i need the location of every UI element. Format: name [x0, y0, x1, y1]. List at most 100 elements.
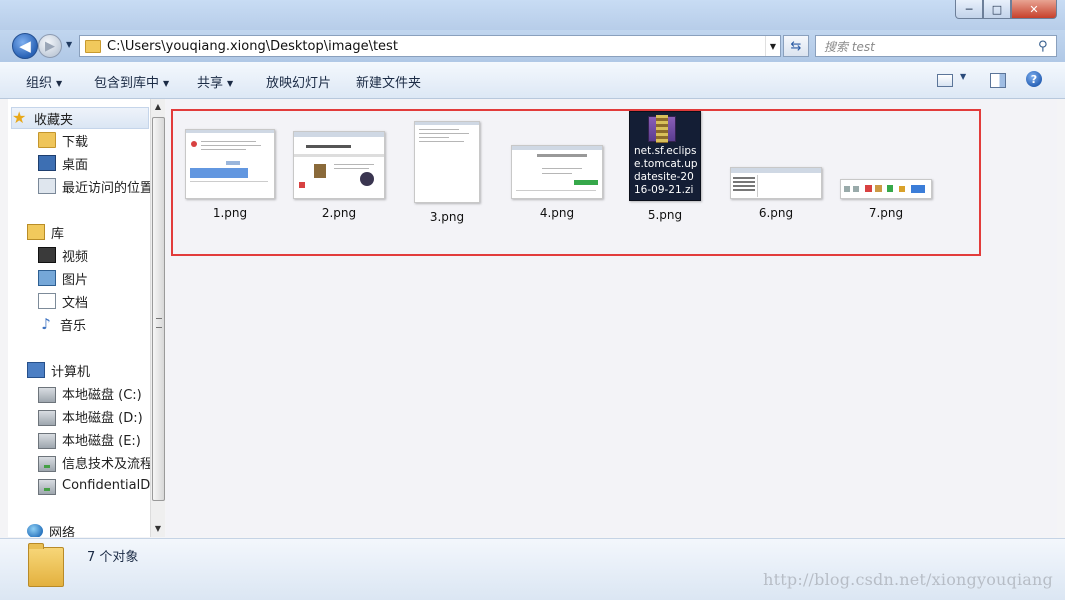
change-view-button[interactable]	[937, 74, 953, 91]
scroll-up-button[interactable]: ▲	[151, 99, 165, 115]
selection-highlight-box: 1.png 2.png 3.png 4.png net.sf.eclipse.t…	[171, 109, 981, 256]
sidebar-item-label: 本地磁盘 (C:)	[62, 387, 142, 403]
scrollbar-thumb[interactable]	[152, 117, 165, 501]
downloads-folder-icon	[38, 132, 56, 148]
sidebar-item-network-drive-1[interactable]: 信息技术及流程管	[38, 452, 150, 472]
sidebar-item-desktop[interactable]: 桌面	[38, 153, 88, 173]
file-item[interactable]: net.sf.eclipse.tomcat.updatesite-2016-09…	[617, 111, 713, 222]
command-toolbar: 组织 ▼ 包含到库中 ▼ 共享 ▼ 放映幻灯片 新建文件夹 ▼ ?	[0, 62, 1065, 99]
hard-drive-icon	[38, 386, 56, 403]
sidebar-item-libraries[interactable]: 库	[27, 222, 64, 242]
file-name: 7.png	[868, 206, 904, 220]
sidebar-item-drive-c[interactable]: 本地磁盘 (C:)	[38, 383, 142, 403]
details-pane: 7 个对象 http://blog.csdn.net/xiongyouqiang	[0, 538, 1065, 600]
network-drive-icon	[38, 478, 56, 495]
library-icon	[27, 224, 45, 240]
sidebar-item-videos[interactable]: 视频	[38, 245, 88, 265]
back-button[interactable]: ◀	[12, 33, 38, 59]
file-thumbnail	[414, 121, 480, 203]
file-item[interactable]: 2.png	[291, 121, 387, 220]
search-icon[interactable]: ⚲	[1038, 39, 1056, 54]
music-note-icon: ♪	[41, 315, 51, 333]
recent-pages-dropdown[interactable]: ▼	[66, 40, 72, 49]
file-thumbnail	[293, 131, 385, 199]
star-icon: ★	[12, 108, 27, 127]
document-icon	[38, 293, 56, 309]
folder-icon	[85, 39, 101, 53]
sidebar-item-label: 视频	[62, 249, 89, 265]
new-folder-button[interactable]: 新建文件夹	[356, 72, 421, 91]
scroll-down-button[interactable]: ▼	[151, 521, 165, 537]
video-icon	[38, 247, 56, 263]
preview-pane-icon	[990, 73, 1006, 88]
recent-places-icon	[38, 178, 56, 194]
desktop-icon	[38, 155, 56, 171]
file-name: 3.png	[429, 210, 465, 224]
file-name: 4.png	[539, 206, 575, 220]
chevron-down-icon: ▼	[56, 79, 63, 88]
sidebar-item-documents[interactable]: 文档	[38, 291, 88, 311]
title-bar: ─ □ ✕	[0, 0, 1065, 30]
address-dropdown-button[interactable]: ▼	[765, 36, 780, 56]
file-list-area[interactable]: 1.png 2.png 3.png 4.png net.sf.eclipse.t…	[166, 99, 1057, 537]
file-item[interactable]: 6.png	[728, 121, 824, 220]
file-thumbnail	[511, 145, 603, 199]
include-in-library-menu[interactable]: 包含到库中 ▼	[94, 72, 169, 91]
maximize-button[interactable]: □	[983, 0, 1011, 19]
file-item[interactable]: 1.png	[182, 121, 278, 220]
network-drive-icon	[38, 455, 56, 472]
close-button[interactable]: ✕	[1011, 0, 1057, 19]
sidebar-item-label: 收藏夹	[34, 112, 74, 128]
organize-menu[interactable]: 组织 ▼	[26, 72, 62, 91]
organize-label: 组织	[26, 76, 53, 91]
file-item[interactable]: 3.png	[399, 121, 495, 224]
file-name: 1.png	[212, 206, 248, 220]
sidebar-item-label: 网络	[49, 525, 76, 538]
minimize-button[interactable]: ─	[955, 0, 983, 19]
item-count: 7 个对象	[87, 550, 139, 565]
grip-icon	[156, 318, 162, 328]
sidebar-item-pictures[interactable]: 图片	[38, 268, 88, 288]
file-item[interactable]: 7.png	[838, 121, 934, 220]
sidebar-item-music[interactable]: ♪ 音乐	[38, 314, 86, 334]
search-box[interactable]: 搜索 test ⚲	[815, 35, 1057, 57]
address-bar[interactable]: C:\Users\youqiang.xiong\Desktop\image\te…	[79, 35, 781, 57]
sidebar-item-drive-d[interactable]: 本地磁盘 (D:)	[38, 406, 143, 426]
picture-icon	[38, 270, 56, 286]
refresh-icon: ⇆	[790, 38, 802, 54]
share-menu[interactable]: 共享 ▼	[197, 72, 233, 91]
sidebar-item-downloads[interactable]: 下载	[38, 130, 88, 150]
file-thumbnail	[185, 129, 275, 199]
sidebar-item-network-drive-2[interactable]: ConfidentialData	[38, 475, 150, 495]
sidebar-item-label: 文档	[62, 295, 89, 311]
sidebar-item-favorites[interactable]: ★ 收藏夹	[11, 107, 149, 129]
sidebar-item-label: 本地磁盘 (D:)	[62, 410, 143, 426]
sidebar-item-label: 下载	[62, 134, 89, 150]
search-input[interactable]: 搜索 test	[816, 38, 1038, 55]
sidebar-item-label: 计算机	[51, 364, 91, 380]
chevron-down-icon: ▼	[227, 79, 234, 88]
file-thumbnail: net.sf.eclipse.tomcat.updatesite-2016-09…	[629, 111, 701, 201]
sidebar-item-label: 音乐	[60, 318, 87, 334]
slideshow-button[interactable]: 放映幻灯片	[266, 72, 331, 91]
navigation-pane-scrollbar[interactable]: ▲ ▼	[150, 99, 165, 537]
view-options-dropdown[interactable]: ▼	[960, 72, 966, 81]
help-button[interactable]: ?	[1026, 71, 1042, 87]
view-icon	[937, 74, 953, 87]
refresh-button[interactable]: ⇆	[783, 35, 809, 57]
forward-button[interactable]: ▶	[38, 34, 62, 58]
hard-drive-icon	[38, 432, 56, 449]
file-item[interactable]: 4.png	[509, 121, 605, 220]
include-library-label: 包含到库中	[94, 76, 160, 91]
sidebar-item-network[interactable]: 网络	[27, 521, 75, 537]
file-name: 5.png	[647, 208, 683, 222]
sidebar-item-computer[interactable]: 计算机	[27, 360, 90, 380]
sidebar-item-label: ConfidentialData	[62, 477, 150, 493]
preview-pane-button[interactable]	[990, 73, 1006, 92]
sidebar-item-recent-places[interactable]: 最近访问的位置	[38, 176, 150, 196]
address-text[interactable]: C:\Users\youqiang.xiong\Desktop\image\te…	[107, 39, 765, 54]
back-arrow-icon: ◀	[19, 37, 31, 55]
navigation-bar: ◀ ▶ ▼ C:\Users\youqiang.xiong\Desktop\im…	[0, 30, 1065, 62]
share-label: 共享	[197, 76, 224, 91]
sidebar-item-drive-e[interactable]: 本地磁盘 (E:)	[38, 429, 141, 449]
